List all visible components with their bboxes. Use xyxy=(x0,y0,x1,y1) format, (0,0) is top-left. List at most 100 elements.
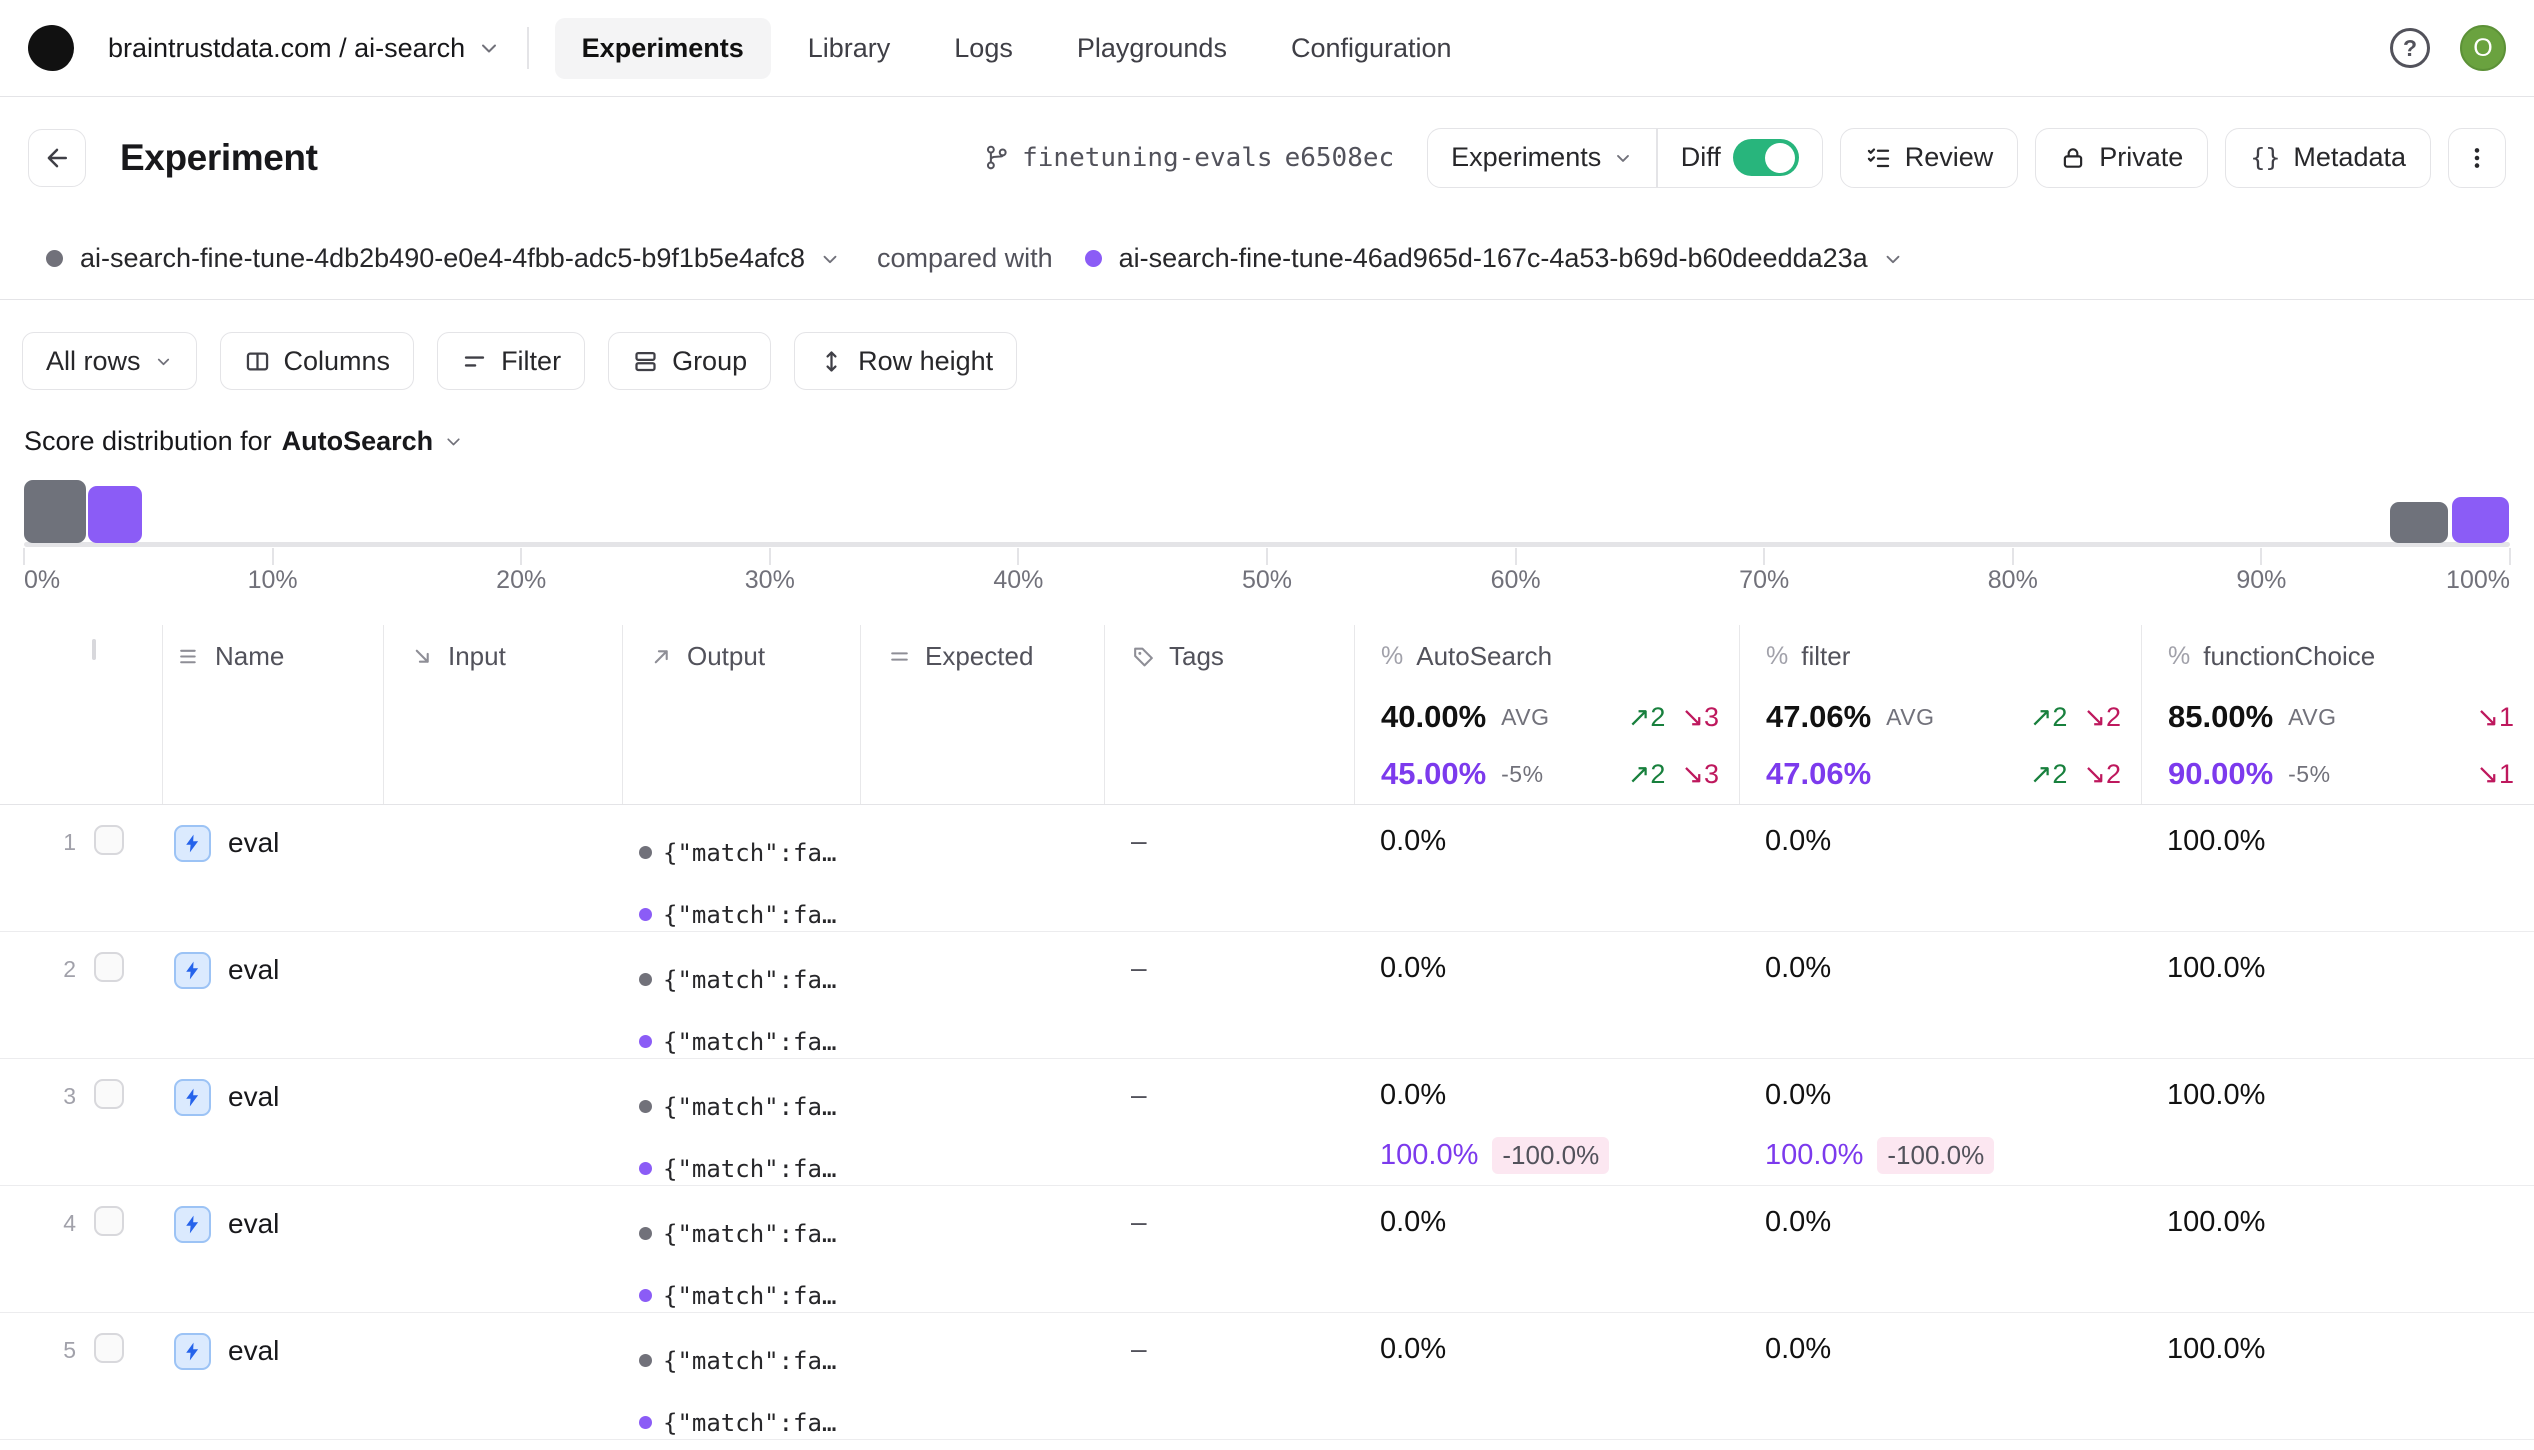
column-header-filter[interactable]: % filter 47.06% AVG ↗2 ↘2 47.06% ↗2 ↘2 xyxy=(1739,625,2141,804)
regressions-count: ↘3 xyxy=(1681,701,1719,732)
review-button[interactable]: Review xyxy=(1839,127,2019,188)
input-cell[interactable]: {"query":"meta data.label =… xyxy=(383,1059,622,1185)
tab-playgrounds[interactable]: Playgrounds xyxy=(1050,18,1254,79)
expected-cell[interactable]: {"tags": ["+BarChart"… xyxy=(860,805,1104,931)
expected-cell[interactable]: {"match":false ,"filter":"s… xyxy=(860,1186,1104,1312)
tab-logs[interactable]: Logs xyxy=(927,18,1040,79)
table-row[interactable]: 3 eval {"query":"meta data.label =… {"ma… xyxy=(0,1059,2534,1186)
git-branch-icon xyxy=(983,144,1010,171)
column-header-output[interactable]: Output xyxy=(622,625,860,804)
select-all-checkbox[interactable] xyxy=(92,639,96,660)
row-checkbox[interactable] xyxy=(94,952,124,982)
group-button[interactable]: Group xyxy=(608,332,772,390)
column-header-tags[interactable]: Tags xyxy=(1104,625,1354,804)
histogram-bar-base xyxy=(2390,502,2448,543)
regressions-count: ↘1 xyxy=(2476,701,2514,732)
expected-cell[interactable]: {"match":false ,"filter":"i… xyxy=(860,932,1104,1058)
breadcrumb[interactable]: braintrustdata.com / ai-search xyxy=(108,33,501,64)
tag-icon xyxy=(1131,644,1156,669)
filter-score-cell: 0.0% xyxy=(1739,932,2141,1058)
eval-lightning-icon xyxy=(174,825,211,862)
row-checkbox[interactable] xyxy=(94,1206,124,1236)
name-cell[interactable]: eval xyxy=(162,1186,383,1312)
table-row[interactable]: 1 eval {"query":"tag= BarChart","s… {"ma… xyxy=(0,805,2534,932)
filter-comparison-stats: 47.06% ↗2 ↘2 xyxy=(1766,756,2121,792)
metadata-button[interactable]: {} Metadata xyxy=(2225,127,2431,188)
chevron-down-icon xyxy=(154,352,173,371)
eval-lightning-icon xyxy=(174,1206,211,1243)
avg-value: 85.00% xyxy=(2168,699,2274,734)
output-cell[interactable]: {"match":fa… {"match":fa… xyxy=(622,1059,860,1185)
chevron-down-icon[interactable] xyxy=(819,248,841,270)
score-value: 0.0% xyxy=(1765,952,1832,984)
row-height-button[interactable]: Row height xyxy=(794,332,1018,390)
column-header-name[interactable]: Name xyxy=(162,625,383,804)
score-distribution-score-name: AutoSearch xyxy=(281,426,434,456)
row-name: eval xyxy=(228,827,280,858)
all-rows-dropdown[interactable]: All rows xyxy=(22,332,197,390)
output-cell[interactable]: {"match":fa… {"match":fa… xyxy=(622,932,860,1058)
diff-toggle[interactable] xyxy=(1732,139,1799,176)
help-icon[interactable]: ? xyxy=(2390,28,2430,68)
more-options-button[interactable] xyxy=(2448,127,2506,188)
columns-button[interactable]: Columns xyxy=(219,332,415,390)
output-line: {"match":fa… xyxy=(663,1154,837,1183)
avatar[interactable]: O xyxy=(2460,25,2506,71)
metadata-label: Metadata xyxy=(2293,142,2406,172)
output-line: {"match":fa… xyxy=(663,1027,837,1056)
input-cell[interactable]: {"query":"scor es['common.h… xyxy=(383,1186,622,1312)
tab-configuration[interactable]: Configuration xyxy=(1264,18,1479,79)
column-header-autosearch[interactable]: % AutoSearch 40.00% AVG ↗2 ↘3 45.00% -5%… xyxy=(1354,625,1739,804)
score-histogram: 0% 10% 20% 30% 40% 50% 60% 70% 80% 90% 100% xyxy=(23,477,2511,595)
branch-info[interactable]: finetuning-evals e6508ec xyxy=(983,143,1394,173)
autosearch-base-stats: 40.00% AVG ↗2 ↘3 xyxy=(1381,699,1719,735)
back-button[interactable] xyxy=(28,128,86,187)
chevron-down-icon xyxy=(477,36,501,60)
braintrust-logo[interactable] xyxy=(28,25,74,71)
axis-tick xyxy=(1266,548,1268,565)
row-checkbox[interactable] xyxy=(94,825,124,855)
row-checkbox[interactable] xyxy=(94,1079,124,1109)
column-header-input[interactable]: Input xyxy=(383,625,622,804)
tab-experiments[interactable]: Experiments xyxy=(554,17,771,79)
column-header-expected[interactable]: Expected xyxy=(860,625,1104,804)
diff-label: Diff xyxy=(1680,142,1721,172)
column-header-functionchoice[interactable]: % functionChoice 85.00% AVG ↘1 90.00% -5… xyxy=(2141,625,2534,804)
name-cell[interactable]: eval xyxy=(162,1059,383,1185)
tags-value: – xyxy=(1131,1333,1147,1364)
score-distribution-title[interactable]: Score distribution for AutoSearch xyxy=(24,426,2510,457)
name-cell[interactable]: eval xyxy=(162,805,383,931)
row-number: 3 xyxy=(63,1083,76,1109)
table-toolbar: All rows Columns Filter Group Row height xyxy=(0,300,2534,390)
chevron-down-icon[interactable] xyxy=(1882,248,1904,270)
filter-button[interactable]: Filter xyxy=(437,332,586,390)
row-name: eval xyxy=(228,954,280,985)
tab-library[interactable]: Library xyxy=(781,18,918,79)
input-cell[interactable]: {"query":"meta data.orgName… xyxy=(383,1313,622,1439)
comparison-output-dot xyxy=(639,1035,652,1048)
name-cell[interactable]: eval xyxy=(162,932,383,1058)
output-line: {"match":fa… xyxy=(663,900,837,929)
arrow-down-right-icon xyxy=(410,644,435,669)
input-cell[interactable]: {"query":"id=" 5e6a88d31363… xyxy=(383,932,622,1058)
comparison-experiment-name[interactable]: ai-search-fine-tune-46ad965d-167c-4a53-b… xyxy=(1119,243,1868,274)
expected-cell[interactable]: {"match":false ,"filter":"m… xyxy=(860,1059,1104,1185)
input-cell[interactable]: {"query":"tag= BarChart","s… xyxy=(383,805,622,931)
private-button[interactable]: Private xyxy=(2035,127,2209,188)
experiments-dropdown[interactable]: Experiments xyxy=(1428,129,1656,187)
table-row[interactable]: 4 eval {"query":"scor es['common.h… {"ma… xyxy=(0,1186,2534,1313)
row-checkbox[interactable] xyxy=(94,1333,124,1363)
columns-icon xyxy=(244,348,271,375)
base-experiment-name[interactable]: ai-search-fine-tune-4db2b490-e0e4-4fbb-a… xyxy=(80,243,805,274)
nav-right: ? O xyxy=(2390,25,2506,71)
output-cell[interactable]: {"match":fa… {"match":fa… xyxy=(622,1186,860,1312)
axis-tick xyxy=(271,548,274,565)
table-row[interactable]: 2 eval {"query":"id=" 5e6a88d31363… {"ma… xyxy=(0,932,2534,1059)
output-cell[interactable]: {"match":fa… {"match":fa… xyxy=(622,805,860,931)
output-cell[interactable]: {"match":fa… {"match":fa… xyxy=(622,1313,860,1439)
name-cell[interactable]: eval xyxy=(162,1313,383,1439)
axis-tick xyxy=(2011,548,2014,565)
axis-tick-label: 80% xyxy=(1987,566,2038,594)
table-row[interactable]: 5 eval {"query":"meta data.orgName… {"ma… xyxy=(0,1313,2534,1440)
expected-cell[interactable]: {"match":false ,"filter":"m… xyxy=(860,1313,1104,1439)
